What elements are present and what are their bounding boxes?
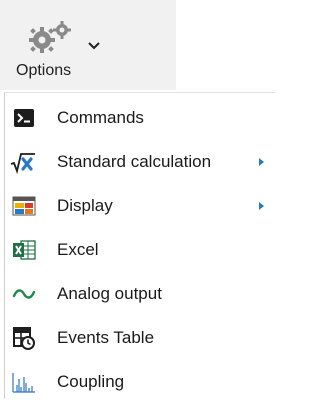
wave-icon: [12, 289, 36, 299]
coupling-spectrum-icon: [12, 373, 35, 393]
menu-item-standard-calculation[interactable]: Standard calculation: [5, 140, 273, 184]
chevron-down-icon: [88, 42, 100, 50]
menu-item-label: Display: [57, 196, 113, 215]
menu-item-label: Standard calculation: [57, 152, 212, 171]
menu-item-analog-output[interactable]: Analog output: [5, 272, 273, 316]
menu-item-label: Analog output: [57, 284, 162, 303]
menu-item-label: Commands: [57, 108, 144, 127]
menu-item-label: Coupling: [57, 372, 125, 391]
excel-icon: [13, 240, 36, 260]
menu-item-events-table[interactable]: Events Table: [5, 316, 273, 360]
menu-item-label: Excel: [57, 240, 99, 259]
options-dropdown-menu: Commands Standard calculation Display Ex…: [4, 92, 275, 399]
menu-item-commands[interactable]: Commands: [5, 96, 273, 140]
menu-item-excel[interactable]: Excel: [5, 228, 273, 272]
submenu-arrow-icon: [259, 202, 264, 210]
menu-item-display[interactable]: Display: [5, 184, 273, 228]
menu-item-coupling[interactable]: Coupling: [5, 360, 273, 404]
display-window-icon: [12, 196, 36, 216]
submenu-arrow-icon: [259, 158, 264, 166]
gears-icon: [29, 21, 71, 53]
events-table-icon: [13, 327, 35, 350]
sqrt-x-icon: [10, 153, 35, 175]
options-ribbon-button[interactable]: Options: [0, 0, 176, 90]
menu-item-label: Events Table: [57, 328, 155, 347]
command-prompt-icon: [14, 109, 34, 127]
options-label: Options: [16, 62, 72, 79]
